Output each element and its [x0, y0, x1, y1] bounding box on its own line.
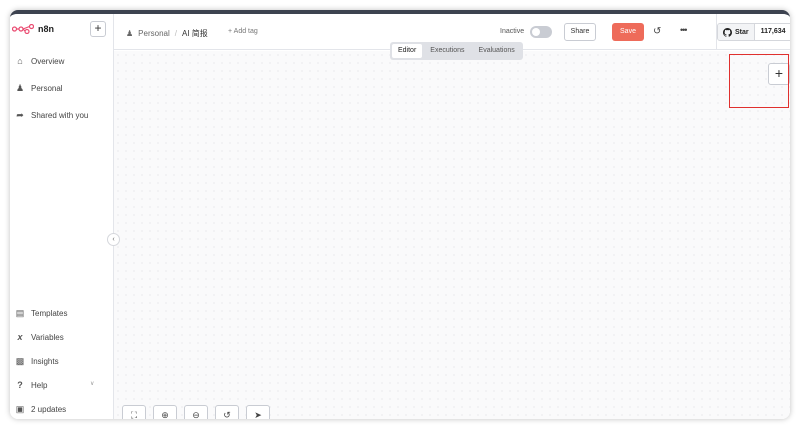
canvas-controls: ⛶ ⊕ ⊖ ↺ ➤ [122, 405, 270, 419]
github-icon [723, 27, 732, 37]
sidebar-item-overview[interactable]: ⌂ Overview [15, 56, 64, 66]
templates-icon: ▤ [15, 308, 25, 318]
status-label: Inactive [500, 28, 525, 35]
sidebar-item-label: Variables [31, 332, 64, 342]
add-node-button[interactable]: + [768, 63, 790, 85]
sidebar-item-label: Help [31, 380, 48, 390]
view-tabs: Editor Executions Evaluations [390, 42, 523, 60]
tab-executions[interactable]: Executions [424, 44, 470, 58]
github-star-count: 117,634 [754, 24, 790, 40]
more-options-icon[interactable]: ••• [680, 25, 688, 35]
breadcrumb: ♟ Personal / AI 简报 [126, 28, 208, 39]
sidebar-item-updates[interactable]: ▣ 2 updates [15, 404, 66, 415]
github-star: Star [718, 24, 755, 40]
fit-view-icon[interactable]: ⛶ [122, 405, 146, 419]
n8n-logo-icon [12, 24, 34, 34]
github-star-label: Star [735, 28, 749, 36]
sidebar-item-templates[interactable]: ▤ Templates [15, 308, 68, 319]
chevron-down-icon: ∨ [90, 381, 95, 387]
save-button[interactable]: Save [612, 23, 644, 41]
zoom-in-icon[interactable]: ⊕ [153, 405, 177, 419]
sidebar-item-shared[interactable]: ➦ Shared with you [15, 110, 88, 121]
app-window: n8n + ⌂ Overview ♟ Personal ➦ Shared wit… [10, 10, 790, 419]
sidebar-item-insights[interactable]: ▩ Insights [15, 356, 59, 367]
tidy-up-icon[interactable]: ➤ [246, 405, 270, 419]
breadcrumb-project[interactable]: Personal [138, 29, 170, 38]
reset-zoom-icon[interactable]: ↺ [215, 405, 239, 419]
sidebar-item-label: Templates [31, 309, 68, 318]
add-tag-button[interactable]: + Add tag [228, 28, 258, 35]
sidebar-item-label: Shared with you [31, 111, 89, 120]
variables-icon: x [17, 332, 23, 342]
create-button[interactable]: + [90, 21, 106, 37]
zoom-out-icon[interactable]: ⊖ [184, 405, 208, 419]
sidebar-item-label: 2 updates [31, 405, 67, 414]
sidebar-item-label: Insights [31, 357, 59, 366]
sidebar-item-variables[interactable]: x Variables [15, 332, 64, 342]
workflow-canvas[interactable] [114, 51, 790, 419]
breadcrumb-separator: / [174, 29, 177, 38]
help-icon: ? [17, 380, 23, 390]
github-star-button[interactable]: Star 117,634 [717, 23, 790, 41]
sidebar: n8n + ⌂ Overview ♟ Personal ➦ Shared wit… [10, 14, 114, 419]
user-icon: ♟ [15, 83, 25, 93]
sidebar-item-label: Personal [31, 84, 63, 93]
sidebar-item-help[interactable]: ? Help [15, 380, 47, 390]
logo-text: n8n [38, 24, 55, 34]
share-button[interactable]: Share [564, 23, 596, 41]
sidebar-item-personal[interactable]: ♟ Personal [15, 83, 63, 94]
share-icon: ➦ [16, 110, 24, 120]
sidebar-item-label: Overview [31, 56, 65, 66]
gift-icon: ▣ [15, 404, 25, 414]
active-toggle[interactable] [530, 26, 552, 38]
workflow-name[interactable]: AI 简报 [182, 28, 208, 39]
chart-icon: ▩ [15, 356, 25, 366]
user-icon: ♟ [126, 29, 134, 38]
logo[interactable]: n8n [12, 24, 54, 34]
home-icon: ⌂ [17, 56, 23, 66]
tab-editor[interactable]: Editor [392, 44, 423, 58]
history-icon[interactable]: ↺ [653, 26, 661, 37]
tab-evaluations[interactable]: Evaluations [473, 44, 521, 58]
collapse-sidebar-button[interactable]: ‹ [107, 233, 120, 246]
